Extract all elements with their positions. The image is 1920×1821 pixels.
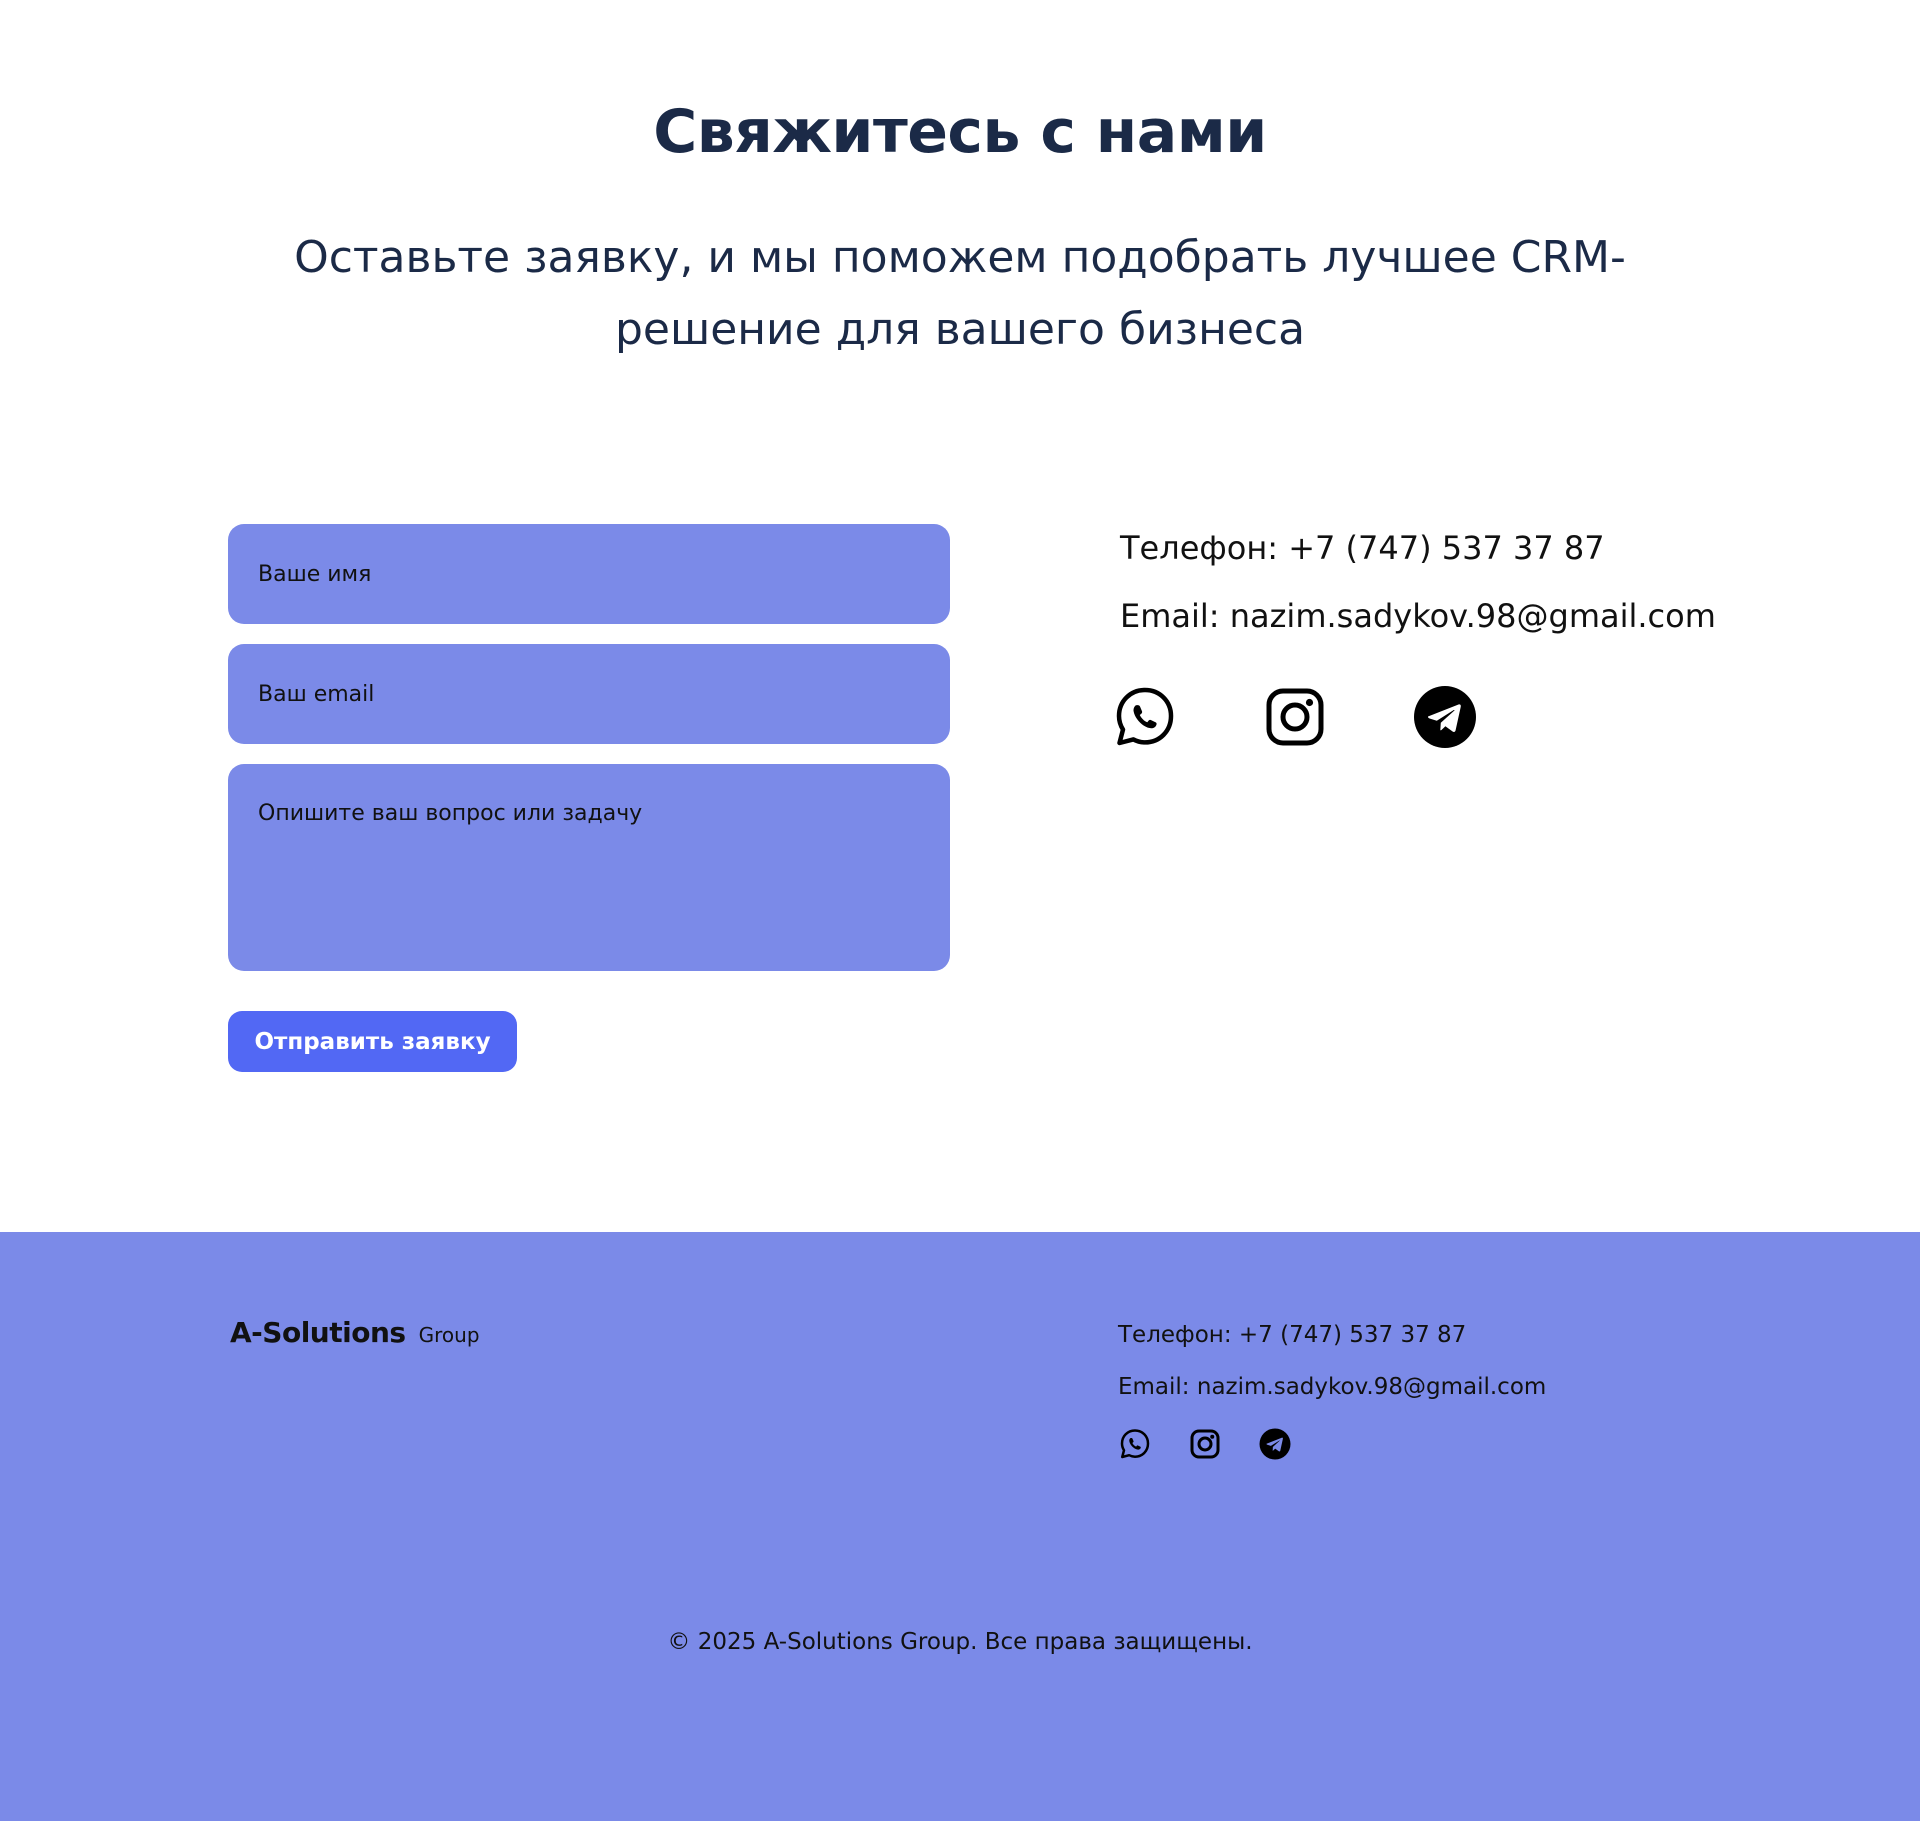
instagram-link[interactable] bbox=[1263, 685, 1327, 749]
contact-title: Свяжитесь с нами bbox=[653, 97, 1267, 167]
logo-sub-text: Group bbox=[418, 1323, 480, 1347]
whatsapp-icon bbox=[1113, 685, 1177, 749]
copyright-text: © 2025 A-Solutions Group. Все права защи… bbox=[667, 1629, 1253, 1655]
message-textarea[interactable] bbox=[228, 764, 950, 971]
email-input[interactable] bbox=[228, 644, 950, 744]
footer-telegram-link[interactable] bbox=[1259, 1428, 1291, 1460]
submit-request-button[interactable]: Отправить заявку bbox=[228, 1011, 517, 1072]
telegram-icon bbox=[1413, 685, 1477, 749]
contact-section: Свяжитесь с нами Оставьте заявку, и мы п… bbox=[0, 0, 1920, 1232]
footer-phone: Телефон: +7 (747) 537 37 87 bbox=[1118, 1322, 1467, 1348]
whatsapp-link[interactable] bbox=[1113, 685, 1177, 749]
whatsapp-icon bbox=[1119, 1428, 1151, 1460]
contact-phone: Телефон: +7 (747) 537 37 87 bbox=[1120, 529, 1605, 567]
site-footer: A-Solutions Group Телефон: +7 (747) 537 … bbox=[0, 1232, 1920, 1821]
contact-subtitle: Оставьте заявку, и мы поможем подобрать … bbox=[294, 232, 1626, 355]
instagram-icon bbox=[1263, 685, 1327, 749]
logo-main-text: A-Solutions bbox=[230, 1316, 406, 1349]
telegram-icon bbox=[1259, 1428, 1291, 1460]
contact-email: Email: nazim.sadykov.98@gmail.com bbox=[1120, 597, 1716, 635]
footer-email: Email: nazim.sadykov.98@gmail.com bbox=[1118, 1374, 1547, 1400]
telegram-link[interactable] bbox=[1413, 685, 1477, 749]
footer-instagram-link[interactable] bbox=[1189, 1428, 1221, 1460]
footer-whatsapp-link[interactable] bbox=[1119, 1428, 1151, 1460]
name-input[interactable] bbox=[228, 524, 950, 624]
instagram-icon bbox=[1189, 1428, 1221, 1460]
company-logo[interactable]: A-Solutions Group bbox=[230, 1316, 480, 1349]
